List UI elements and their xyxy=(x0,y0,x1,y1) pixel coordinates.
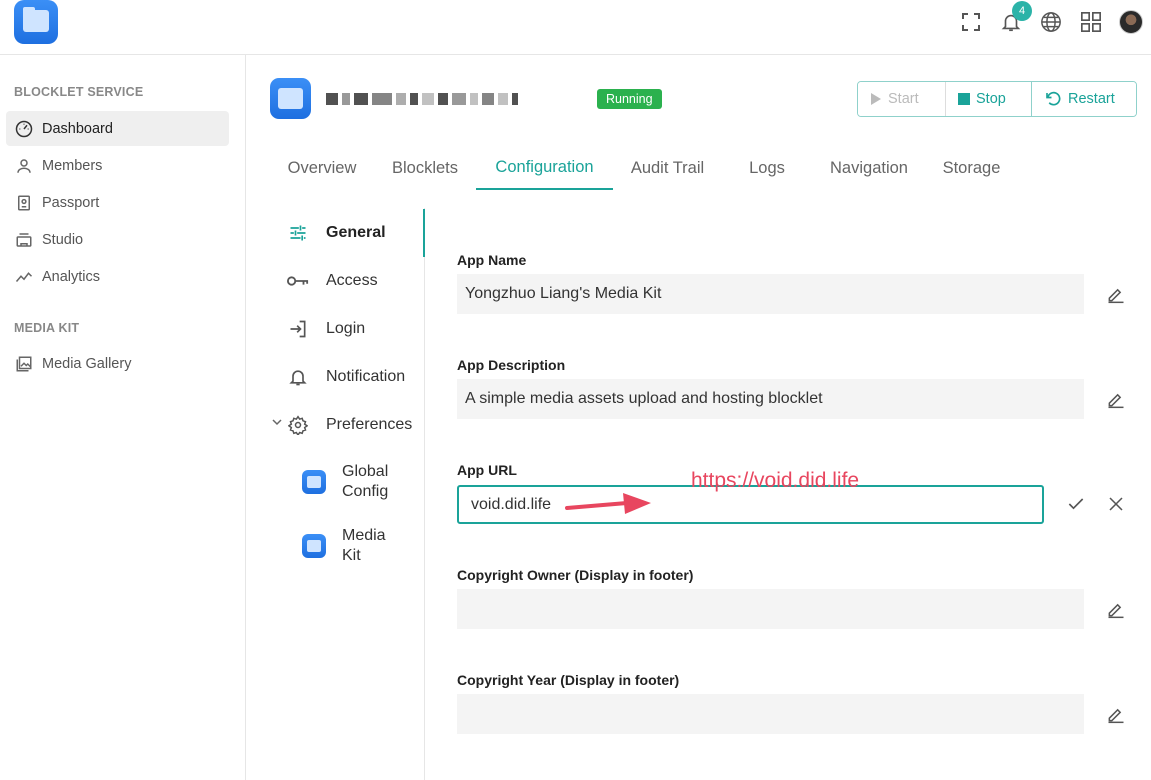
bell-icon xyxy=(286,365,310,389)
config-menu: General Access Login Notification Prefer… xyxy=(270,208,425,780)
chevron-down-icon xyxy=(272,417,282,427)
globe-icon[interactable] xyxy=(1039,10,1063,34)
fullscreen-icon[interactable] xyxy=(959,10,983,34)
avatar[interactable] xyxy=(1119,10,1143,34)
tab-audit-trail[interactable]: Audit Trail xyxy=(613,147,722,190)
tab-logs[interactable]: Logs xyxy=(722,147,812,190)
app-url-label: App URL xyxy=(457,462,517,478)
analytics-icon xyxy=(14,267,34,287)
confirm-icon[interactable] xyxy=(1064,492,1088,516)
blocklet-icon xyxy=(302,470,326,494)
studio-icon xyxy=(14,230,34,250)
gallery-icon xyxy=(14,354,34,374)
sidebar-item-label: Members xyxy=(42,157,103,174)
restart-icon xyxy=(1044,90,1062,108)
edit-icon[interactable] xyxy=(1104,387,1128,411)
sidebar-item-label: Analytics xyxy=(42,268,101,285)
app-description-label: App Description xyxy=(457,357,566,373)
config-subitem-global-config[interactable]: Global Config xyxy=(270,462,425,502)
notification-button[interactable]: 4 xyxy=(999,1,1032,34)
restart-button[interactable]: Restart xyxy=(1032,82,1136,116)
edit-icon[interactable] xyxy=(1104,597,1128,621)
copyright-owner-label: Copyright Owner (Display in footer) xyxy=(457,567,694,583)
edit-icon[interactable] xyxy=(1104,702,1128,726)
notification-badge: 4 xyxy=(1012,1,1032,21)
sidebar-item-members[interactable]: Members xyxy=(6,148,229,183)
app-name-label: App Name xyxy=(457,252,527,268)
sidebar-item-label: Studio xyxy=(42,231,84,248)
tab-overview[interactable]: Overview xyxy=(270,147,374,190)
passport-icon xyxy=(14,193,34,213)
copyright-year-label: Copyright Year (Display in footer) xyxy=(457,672,680,688)
action-button-group: Start Stop Restart xyxy=(857,81,1137,117)
config-item-notification[interactable]: Notification xyxy=(270,353,425,401)
close-icon[interactable] xyxy=(1104,492,1128,516)
config-subitem-media-kit[interactable]: Media Kit xyxy=(270,526,425,566)
sidebar-item-media-gallery[interactable]: Media Gallery xyxy=(6,346,229,381)
stop-button[interactable]: Stop xyxy=(946,82,1032,116)
copyright-owner-field xyxy=(457,589,1084,629)
sidebar-item-label: Media Gallery xyxy=(42,355,132,372)
start-button[interactable]: Start xyxy=(858,82,946,116)
blocklet-logo xyxy=(270,78,311,119)
edit-icon[interactable] xyxy=(1104,282,1128,306)
key-icon xyxy=(286,269,310,293)
tab-storage[interactable]: Storage xyxy=(926,147,1017,190)
play-icon xyxy=(870,92,882,106)
app-logo[interactable] xyxy=(14,0,58,44)
gear-icon xyxy=(286,413,310,437)
annotation-url: https://void.did.life xyxy=(691,469,860,492)
sidebar-item-label: Dashboard xyxy=(42,120,113,137)
tab-configuration[interactable]: Configuration xyxy=(476,147,613,190)
top-bar: 4 xyxy=(0,0,1151,55)
copyright-year-field xyxy=(457,694,1084,734)
config-item-general[interactable]: General xyxy=(270,209,425,257)
login-icon xyxy=(286,317,310,341)
tab-navigation[interactable]: Navigation xyxy=(812,147,926,190)
sidebar-item-dashboard[interactable]: Dashboard xyxy=(6,111,229,146)
sliders-icon xyxy=(286,221,310,245)
sidebar-item-passport[interactable]: Passport xyxy=(6,185,229,220)
person-icon xyxy=(14,156,34,176)
sidebar-item-analytics[interactable]: Analytics xyxy=(6,259,229,294)
blocklet-name-blurred xyxy=(326,90,588,108)
sidebar-item-label: Passport xyxy=(42,194,100,211)
sidebar-section-title: MEDIA KIT xyxy=(14,321,80,335)
tab-blocklets[interactable]: Blocklets xyxy=(374,147,476,190)
status-badge: Running xyxy=(597,89,662,109)
config-item-preferences[interactable]: Preferences xyxy=(270,401,425,449)
config-item-access[interactable]: Access xyxy=(270,257,425,305)
config-item-login[interactable]: Login xyxy=(270,305,425,353)
sidebar-section-title: BLOCKLET SERVICE xyxy=(14,85,144,99)
sidebar-item-studio[interactable]: Studio xyxy=(6,222,229,257)
dashboard-icon xyxy=(14,119,34,139)
app-name-field: Yongzhuo Liang's Media Kit xyxy=(457,274,1084,314)
blocklet-icon xyxy=(302,534,326,558)
stop-icon xyxy=(958,93,970,105)
annotation-arrow-icon xyxy=(565,493,651,514)
app-description-field: A simple media assets upload and hosting… xyxy=(457,379,1084,419)
apps-icon[interactable] xyxy=(1079,10,1103,34)
sidebar: BLOCKLET SERVICE Dashboard Members Passp… xyxy=(0,55,246,780)
